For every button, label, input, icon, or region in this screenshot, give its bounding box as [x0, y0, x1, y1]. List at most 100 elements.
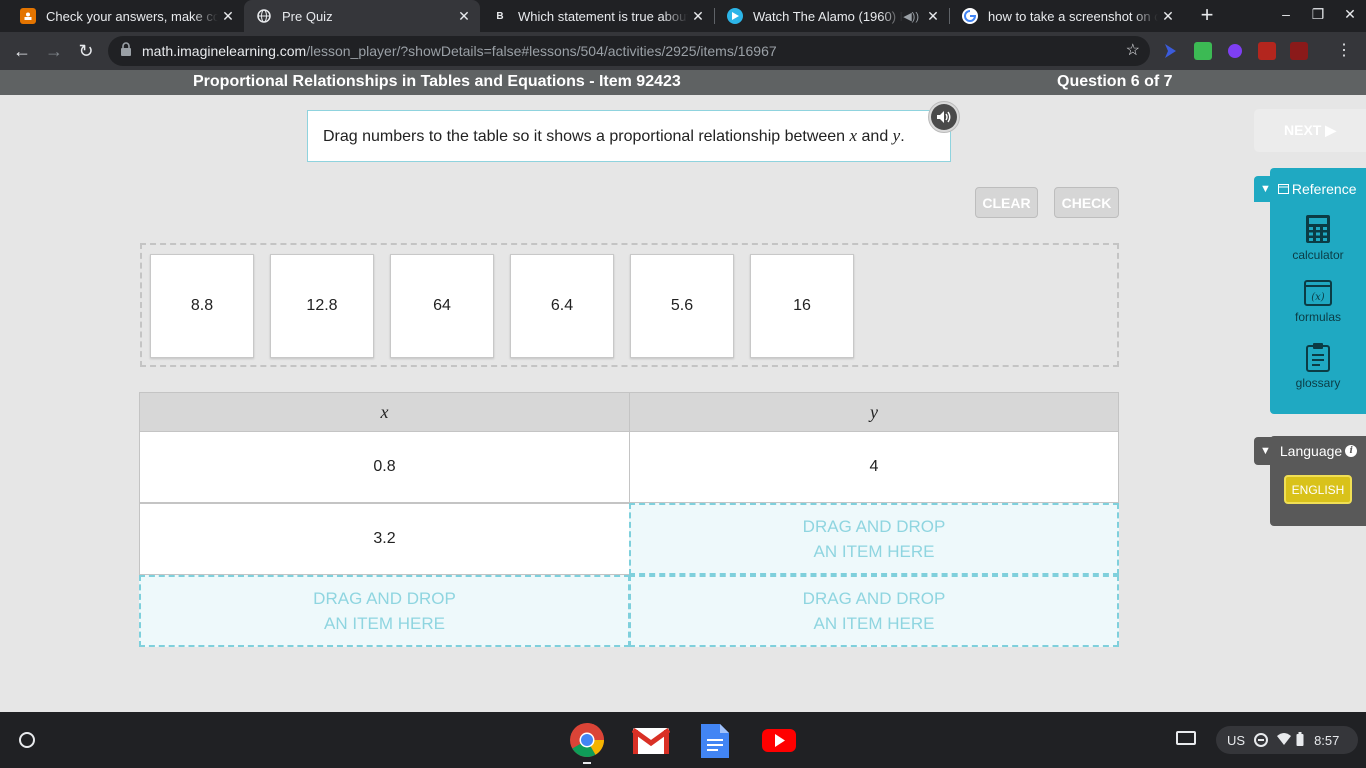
docs-app-icon[interactable]	[699, 722, 735, 758]
table-cell-y-row1: 4	[629, 431, 1119, 503]
tab-check-answers[interactable]: Check your answers, make corrections ✕	[8, 0, 244, 32]
calculator-label: calculator	[1292, 248, 1344, 262]
reload-icon[interactable]: ↻	[74, 39, 98, 63]
os-shelf: US 8:57	[0, 712, 1366, 768]
restore-icon[interactable]: ❐	[1308, 6, 1328, 23]
number-tile[interactable]: 12.8	[270, 254, 374, 358]
tab-which-statement[interactable]: B Which statement is true about the ✕	[480, 0, 714, 32]
glossary-label: glossary	[1295, 376, 1341, 390]
close-window-icon[interactable]: ✕	[1340, 6, 1360, 23]
reference-tab-label: Reference	[1291, 181, 1357, 197]
triangle-down-icon: ▼	[1260, 183, 1271, 195]
back-arrow-icon[interactable]: ←	[10, 39, 34, 63]
chrome-app-icon[interactable]	[569, 722, 605, 758]
clear-button[interactable]: CLEAR	[975, 187, 1038, 218]
extension-cursor-icon[interactable]	[1161, 42, 1179, 60]
tab-screenshot-search[interactable]: how to take a screenshot on chromebook ✕	[950, 0, 1184, 32]
lesson-title: Proportional Relationships in Tables and…	[193, 73, 681, 90]
tab-title: Check your answers, make corrections	[46, 8, 218, 24]
drop-zone-label: DRAG AND DROP AN ITEM HERE	[802, 589, 946, 633]
glossary-icon	[1306, 343, 1330, 372]
gmail-app-icon[interactable]	[631, 722, 671, 758]
reference-book-icon	[1277, 181, 1289, 197]
tab-title: Which statement is true about the	[518, 8, 688, 24]
launcher-icon[interactable]	[19, 732, 35, 748]
number-tile[interactable]: 16	[750, 254, 854, 358]
language-tab-label: Language	[1279, 443, 1343, 459]
tab-title: Pre Quiz	[282, 8, 333, 24]
number-tile[interactable]: 5.6	[630, 254, 734, 358]
keyboard-icon[interactable]	[1176, 731, 1196, 745]
url-path: /lesson_player/?showDetails=false#lesson…	[306, 43, 777, 59]
drop-zone-label: DRAG AND DROP AN ITEM HERE	[802, 517, 946, 561]
extension-purple-icon[interactable]	[1226, 42, 1244, 60]
calculator-tool[interactable]: calculator	[1270, 214, 1366, 262]
english-language-button[interactable]: ENGLISH	[1284, 475, 1352, 504]
brainly-icon: B	[496, 10, 504, 22]
number-tile[interactable]: 8.8	[150, 254, 254, 358]
number-tile[interactable]: 6.4	[510, 254, 614, 358]
close-icon[interactable]: ✕	[454, 8, 474, 25]
formulas-label: formulas	[1294, 310, 1341, 324]
language-toggle[interactable]: ▼ Language i	[1254, 437, 1366, 465]
speaker-muted-icon[interactable]: ◀︎))	[903, 10, 919, 23]
lesson-header: Proportional Relationships in Tables and…	[0, 70, 1366, 95]
tab-pre-quiz[interactable]: Pre Quiz ✕	[244, 0, 480, 32]
table-cell-x-row2: 3.2	[139, 503, 630, 575]
url-text: math.imaginelearning.com/lesson_player/?…	[142, 43, 777, 59]
column-header-y: y	[629, 392, 1119, 432]
reference-toggle[interactable]: ▼ Reference	[1254, 176, 1366, 202]
prompt-text: Drag numbers to the table so it shows a …	[323, 126, 905, 145]
audio-speaker-button[interactable]	[928, 101, 960, 133]
table-cell-x-row1: 0.8	[139, 431, 630, 503]
drop-zone-x-row3[interactable]: DRAG AND DROP AN ITEM HERE	[139, 575, 630, 647]
bookmark-star-icon[interactable]: ☆	[1126, 40, 1140, 60]
address-bar[interactable]: math.imaginelearning.com/lesson_player/?…	[108, 36, 1150, 66]
check-button[interactable]: CHECK	[1054, 187, 1119, 218]
forward-arrow-icon[interactable]: →	[42, 39, 66, 63]
close-icon[interactable]: ✕	[923, 8, 943, 25]
active-app-indicator	[583, 762, 591, 764]
input-locale: US	[1227, 732, 1246, 748]
close-icon[interactable]: ✕	[688, 8, 708, 25]
close-icon[interactable]: ✕	[1158, 8, 1178, 25]
wifi-icon	[1277, 732, 1292, 748]
calculator-icon	[1306, 215, 1330, 243]
tab-watch-alamo[interactable]: Watch The Alamo (1960) Full ◀︎)) ✕	[715, 0, 949, 32]
minimize-icon[interactable]: –	[1276, 6, 1296, 22]
number-tile[interactable]: 64	[390, 254, 494, 358]
lock-icon	[120, 41, 134, 61]
close-icon[interactable]: ✕	[218, 8, 238, 25]
youtube-app-icon[interactable]	[761, 722, 797, 758]
browser-toolbar: ← → ↻ math.imaginelearning.com/lesson_pl…	[0, 32, 1366, 70]
google-icon	[962, 8, 978, 24]
browser-tab-strip: Check your answers, make corrections ✕ P…	[0, 0, 1366, 32]
next-button[interactable]: NEXT ▶	[1254, 109, 1366, 152]
url-host: math.imaginelearning.com	[142, 43, 307, 59]
formulas-icon: (x)	[1304, 280, 1332, 306]
menu-kebab-icon[interactable]: ⋮	[1336, 40, 1352, 60]
triangle-down-icon: ▼	[1260, 445, 1271, 457]
question-counter: Question 6 of 7	[1057, 73, 1173, 90]
reference-panel: calculator (x) formulas glossary	[1270, 168, 1366, 414]
speaker-icon	[931, 104, 957, 130]
drop-zone-y-row3[interactable]: DRAG AND DROP AN ITEM HERE	[629, 575, 1119, 647]
formulas-tool[interactable]: (x) formulas	[1270, 280, 1366, 324]
battery-icon	[1296, 731, 1304, 749]
number-tile-bank: 8.8 12.8 64 6.4 5.6 16	[140, 243, 1119, 367]
glossary-tool[interactable]: glossary	[1270, 342, 1366, 390]
play-icon	[727, 8, 743, 24]
drop-zone-y-row2[interactable]: DRAG AND DROP AN ITEM HERE	[629, 503, 1119, 575]
column-header-x: x	[139, 392, 630, 432]
extension-green-icon[interactable]	[1194, 42, 1212, 60]
status-tray[interactable]: US 8:57	[1216, 726, 1358, 754]
do-not-disturb-icon	[1254, 733, 1269, 747]
question-prompt: Drag numbers to the table so it shows a …	[307, 110, 951, 162]
info-icon[interactable]: i	[1345, 445, 1358, 457]
new-tab-plus-icon[interactable]: +	[1195, 4, 1219, 28]
extension-dark-red-icon[interactable]	[1290, 42, 1308, 60]
clock-time: 8:57	[1314, 732, 1340, 748]
extension-red-icon[interactable]	[1258, 42, 1276, 60]
drop-zone-label: DRAG AND DROP AN ITEM HERE	[313, 589, 456, 633]
tab-title: Watch The Alamo (1960) Full	[753, 8, 903, 24]
